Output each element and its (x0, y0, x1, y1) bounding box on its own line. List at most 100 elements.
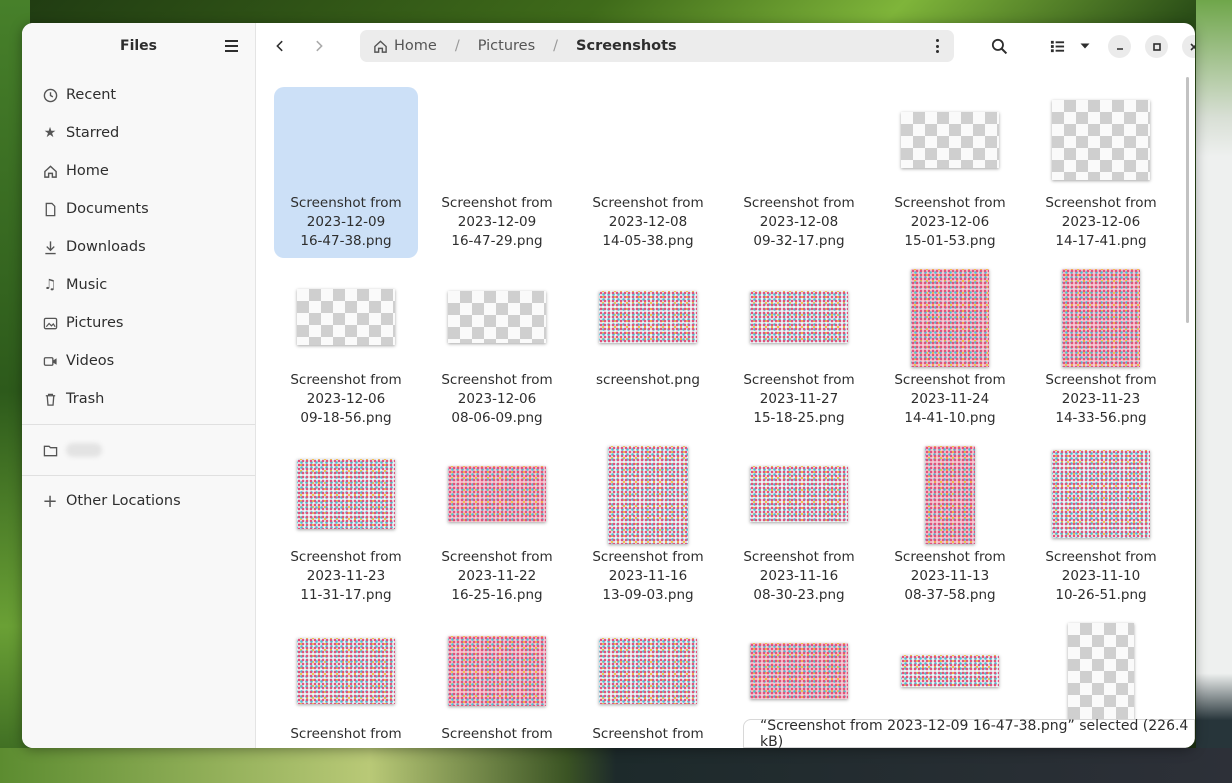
file-item[interactable]: Screenshot from 2023-11-27 15-18-25.png (727, 264, 871, 435)
sidebar-item-trash[interactable]: Trash (30, 380, 248, 418)
file-name-line: 11-31-17.png (300, 587, 392, 603)
file-thumbnail (750, 466, 848, 522)
file-name-line: Screenshot from (290, 549, 402, 565)
plus-icon: + (42, 490, 58, 512)
breadcrumb-pictures[interactable]: Pictures (478, 38, 535, 54)
file-thumbnail (599, 291, 697, 343)
file-item[interactable]: Screenshot from 2023-12-06 15-01-53.png (878, 87, 1022, 258)
file-name-line: 08-06-09.png (451, 410, 543, 426)
thumbnail-container (425, 466, 569, 522)
file-name: Screenshot from 2023-11-13 08-37-58.png (878, 548, 1022, 605)
file-item[interactable]: Screenshot from 2023-12-06 08-06-09.png (425, 264, 569, 435)
sidebar-item-label: Starred (66, 125, 120, 141)
file-name-line: Screenshot from (894, 195, 1006, 211)
breadcrumb-current[interactable]: Screenshots (576, 38, 677, 54)
file-name: Screenshot from 2023-12-09 16-47-29.png (425, 194, 569, 251)
file-item[interactable]: Screenshot from 2023-11-22 16-25-16.png (425, 441, 569, 612)
file-thumbnail (1052, 450, 1150, 538)
sidebar-item-label: Documents (66, 201, 149, 217)
file-item[interactable]: Screenshot from 2023-12-06 09-18-56.png (274, 264, 418, 435)
sidebar-item-home[interactable]: Home (30, 152, 248, 190)
file-item[interactable]: Screenshot from 2023-11-16 08-30-23.png (727, 441, 871, 612)
file-name-line: Screenshot from (743, 195, 855, 211)
file-name-line: 14-05-38.png (602, 233, 694, 249)
sidebar-item-label: Music (66, 277, 108, 293)
file-item[interactable]: Screenshot from (425, 618, 569, 748)
file-name-line: Screenshot from (592, 549, 704, 565)
video-icon (42, 353, 58, 369)
sidebar-item-starred[interactable]: ★ Starred (30, 114, 248, 152)
file-thumbnail (448, 466, 546, 522)
file-name-line: 2023-11-23 (306, 568, 386, 584)
sidebar-divider (22, 424, 255, 425)
sidebar-item-music[interactable]: ♫ Music (30, 266, 248, 304)
clock-icon (42, 87, 58, 103)
file-item[interactable]: Screenshot from 2023-11-16 13-09-03.png (576, 441, 720, 612)
thumbnail-container (1029, 623, 1173, 721)
folder-icon (42, 442, 58, 458)
hamburger-menu-icon[interactable] (222, 37, 242, 55)
thumbnail-container (576, 638, 720, 704)
file-name-line: 2023-11-27 (759, 391, 839, 407)
file-name: Screenshot from 2023-12-09 16-47-38.png (274, 194, 418, 251)
file-name-line: 09-32-17.png (753, 233, 845, 249)
home-icon (42, 163, 58, 179)
file-item[interactable]: Screenshot from 2023-12-08 09-32-17.png (727, 87, 871, 258)
search-button[interactable] (987, 34, 1011, 58)
thumbnail-container (425, 291, 569, 343)
file-item[interactable]: Screenshot from (274, 618, 418, 748)
file-name: Screenshot from 2023-12-06 15-01-53.png (878, 194, 1022, 251)
sidebar-item-documents[interactable]: Documents (30, 190, 248, 228)
file-name-line: Screenshot from (743, 372, 855, 388)
file-item[interactable]: Screenshot from 2023-11-10 10-26-51.png (1029, 441, 1173, 612)
file-item[interactable]: Screenshot from 2023-11-13 08-37-58.png (878, 441, 1022, 612)
file-name-line: 2023-11-10 (1061, 568, 1141, 584)
header-bar: Home / Pictures / Screenshots (256, 23, 1195, 69)
breadcrumb-home[interactable]: Home (373, 38, 437, 54)
sidebar-item-videos[interactable]: Videos (30, 342, 248, 380)
file-name-line: 14-41-10.png (904, 410, 996, 426)
file-item[interactable]: Screenshot from 2023-11-24 14-41-10.png (878, 264, 1022, 435)
minimize-button[interactable] (1108, 35, 1131, 58)
close-button[interactable] (1182, 35, 1195, 58)
back-button[interactable] (268, 34, 292, 58)
file-item[interactable]: Screenshot from 2023-12-09 16-47-38.png (274, 87, 418, 258)
sidebar-item-downloads[interactable]: Downloads (30, 228, 248, 266)
file-name: Screenshot from (425, 725, 569, 744)
file-item[interactable]: screenshot.png (576, 264, 720, 435)
file-item[interactable]: Screenshot from 2023-12-06 14-17-41.png (1029, 87, 1173, 258)
file-name-line: Screenshot from (441, 372, 553, 388)
thumbnail-container (878, 269, 1022, 367)
file-name-line: Screenshot from (894, 549, 1006, 565)
file-item[interactable]: Screenshot from 2023-12-09 16-47-29.png (425, 87, 569, 258)
file-name: Screenshot from 2023-12-06 08-06-09.png (425, 371, 569, 428)
file-thumbnail (448, 291, 546, 343)
sidebar-item-pictures[interactable]: Pictures (30, 304, 248, 342)
file-name-line: Screenshot from (1045, 549, 1157, 565)
path-bar: Home / Pictures / Screenshots (360, 30, 954, 62)
file-name: Screenshot from 2023-12-06 09-18-56.png (274, 371, 418, 428)
file-name: Screenshot from 2023-11-16 13-09-03.png (576, 548, 720, 605)
thumbnail-container (425, 636, 569, 706)
sidebar-item-recent[interactable]: Recent (30, 76, 248, 114)
sidebar-item-other-locations[interactable]: + Other Locations (30, 482, 248, 520)
file-name: Screenshot from 2023-11-10 10-26-51.png (1029, 548, 1173, 605)
file-item[interactable]: Screenshot from 2023-11-23 11-31-17.png (274, 441, 418, 612)
file-thumbnail (1052, 100, 1150, 180)
file-item[interactable]: Screenshot from 2023-12-08 14-05-38.png (576, 87, 720, 258)
path-menu-icon[interactable] (936, 39, 940, 53)
file-name-line: Screenshot from (441, 549, 553, 565)
view-options-chevron-down-icon[interactable] (1073, 34, 1097, 58)
list-view-button[interactable] (1045, 34, 1069, 58)
file-item[interactable]: Screenshot from (576, 618, 720, 748)
maximize-button[interactable] (1145, 35, 1168, 58)
file-thumbnail (911, 269, 989, 367)
file-item[interactable]: Screenshot from 2023-11-23 14-33-56.png (1029, 264, 1173, 435)
scrollbar[interactable] (1186, 77, 1189, 323)
sidebar-item-folder[interactable] (30, 431, 248, 469)
trash-icon (42, 391, 58, 407)
file-name-line: 13-09-03.png (602, 587, 694, 603)
forward-button[interactable] (307, 34, 331, 58)
file-thumbnail (297, 289, 395, 345)
file-name-line: Screenshot from (290, 372, 402, 388)
